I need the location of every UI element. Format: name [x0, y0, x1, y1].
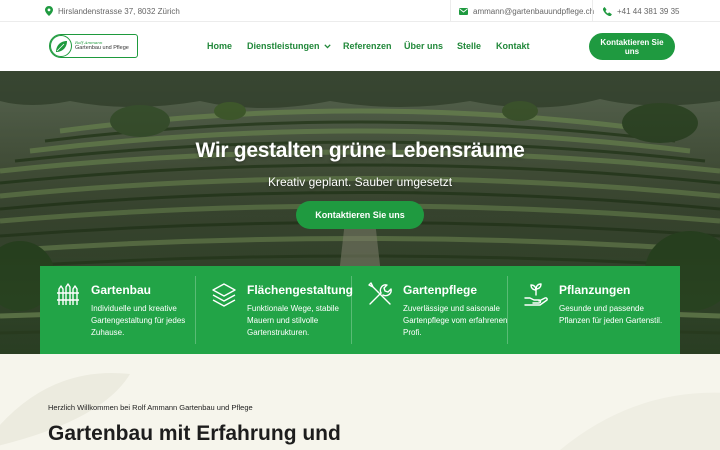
leaf-icon [50, 35, 72, 57]
nav-kontakt[interactable]: Kontakt [496, 41, 530, 51]
phone-icon [603, 6, 612, 16]
address-info: Hirslandenstrasse 37, 8032 Zürich [45, 6, 180, 16]
nav-referenzen[interactable]: Referenzen [343, 41, 392, 51]
service-description: Zuverlässige und saisonale Gartenpflege … [403, 304, 508, 337]
tools-icon [367, 281, 393, 307]
nav-dienstleistungen[interactable]: Dienstleistungen [247, 41, 331, 51]
service-description: Individuelle und kreative Gartengestaltu… [91, 304, 186, 337]
envelope-icon [459, 7, 468, 15]
nav-stelle[interactable]: Stelle [457, 41, 481, 51]
nav-ueber-uns[interactable]: Über uns [404, 41, 443, 51]
welcome-kicker: Herzlich Willkommen bei Rolf Ammann Gart… [48, 403, 253, 412]
header-contact-button[interactable]: Kontaktieren Sie uns [589, 33, 675, 60]
service-title: Gartenpflege [403, 283, 478, 297]
service-card-pflanzungen[interactable]: Pflanzungen Gesunde und passende Pflanze… [508, 266, 680, 355]
nav-stelle-label[interactable]: Stelle [457, 41, 481, 51]
main-header: Rolf Ammann Gartenbau und Pflege Home Di… [0, 22, 720, 71]
chevron-down-icon [323, 41, 331, 51]
welcome-section: Herzlich Willkommen bei Rolf Ammann Gart… [0, 354, 720, 450]
service-title: Gartenbau [91, 283, 152, 297]
service-title: Flächengestaltung [247, 283, 354, 297]
logo-line2: Gartenbau und Pflege [75, 44, 129, 51]
email-text[interactable]: ammann@gartenbauundpflege.ch [473, 7, 594, 16]
nav-kontakt-label[interactable]: Kontakt [496, 41, 530, 51]
service-card-flaechengestaltung[interactable]: Flächengestaltung Funktionale Wege, stab… [196, 266, 354, 355]
hero-contact-label[interactable]: Kontaktieren Sie uns [315, 210, 405, 220]
plant-hand-icon [523, 281, 549, 307]
welcome-heading: Gartenbau mit Erfahrung und [48, 422, 341, 445]
service-card-gartenbau[interactable]: Gartenbau Individuelle und kreative Gart… [40, 266, 196, 355]
address-text: Hirslandenstrasse 37, 8032 Zürich [58, 6, 180, 16]
nav-ueber-uns-label[interactable]: Über uns [404, 41, 443, 51]
nav-referenzen-label[interactable]: Referenzen [343, 41, 392, 51]
service-card-gartenpflege[interactable]: Gartenpflege Zuverlässige und saisonale … [352, 266, 508, 355]
header-contact-label[interactable]: Kontaktieren Sie uns [595, 38, 669, 56]
nav-home[interactable]: Home [207, 41, 232, 51]
map-pin-icon [45, 6, 53, 16]
garden-fence-icon [55, 281, 81, 307]
phone-text[interactable]: +41 44 381 39 35 [617, 7, 680, 16]
hero-title: Wir gestalten grüne Lebensräume [195, 139, 525, 162]
nav-dienstleistungen-label[interactable]: Dienstleistungen [247, 41, 320, 51]
phone-link[interactable]: +41 44 381 39 35 [592, 0, 680, 22]
company-logo[interactable]: Rolf Ammann Gartenbau und Pflege [49, 34, 138, 58]
hero-subtitle: Kreativ geplant. Sauber umgesetzt [267, 175, 453, 189]
service-description: Gesunde und passende Pflanzen für jeden … [559, 304, 663, 325]
service-description: Funktionale Wege, stabile Mauern und sti… [247, 304, 339, 337]
services-panel: Gartenbau Individuelle und kreative Gart… [40, 266, 680, 355]
nav-home-label[interactable]: Home [207, 41, 232, 51]
top-contact-bar: Hirslandenstrasse 37, 8032 Zürich ammann… [0, 0, 720, 22]
email-link[interactable]: ammann@gartenbauundpflege.ch [450, 0, 594, 22]
hero-contact-button[interactable]: Kontaktieren Sie uns [296, 201, 424, 229]
logo-wordmark: Rolf Ammann Gartenbau und Pflege [75, 40, 129, 52]
layers-icon [211, 281, 237, 307]
service-title: Pflanzungen [559, 283, 631, 297]
